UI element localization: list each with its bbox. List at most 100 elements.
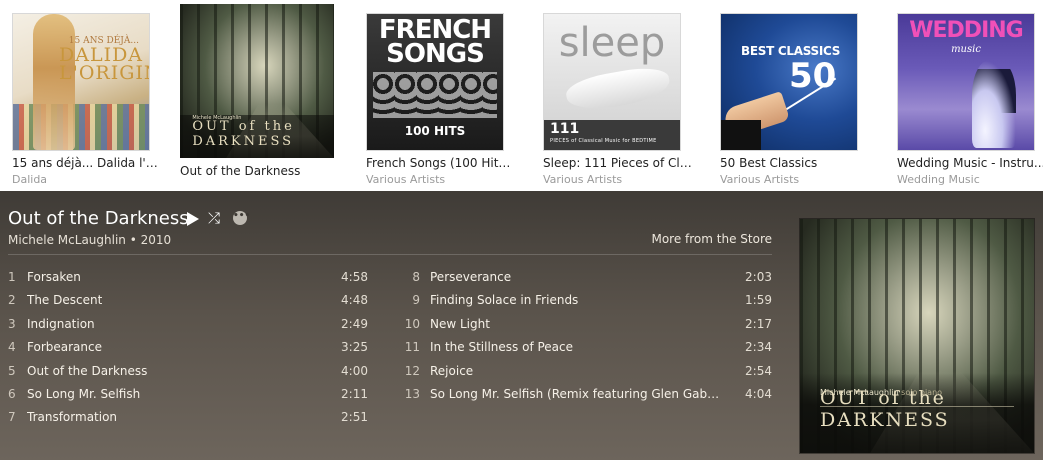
track-row[interactable]: 6 So Long Mr. Selfish 2:11 — [8, 387, 368, 410]
cover-text-line2: 50 — [789, 56, 837, 96]
divider — [8, 254, 772, 255]
album-tile-wedding-music[interactable]: WEDDING music Wedding Music - Instru... … — [897, 13, 1043, 186]
cover-text-line3: 100 HITS — [404, 124, 466, 138]
cover-couple-art — [972, 60, 1016, 148]
album-tile-out-of-the-darkness[interactable]: Michele McLaughlin OUT of the DARKNESS O… — [180, 4, 334, 178]
track-row[interactable]: 8 Perseverance 2:03 — [404, 270, 772, 293]
album-tile-sleep[interactable]: sleep 111 PIECES of Classical Music for … — [543, 13, 693, 186]
track-list-left: 1 Forsaken 4:58 2 The Descent 4:48 3 Indignat… — [8, 270, 368, 434]
track-name: So Long Mr. Selfish (Remix featuring Gle… — [430, 386, 720, 401]
track-name: Out of the Darkness — [27, 363, 148, 378]
track-duration: 4:58 — [341, 270, 368, 284]
album-detail-subtitle[interactable]: Michele McLaughlin • 2010 — [8, 233, 171, 247]
track-number: 2 — [8, 293, 16, 308]
cover-text-main: DALIDA L'ORIGINAL — [59, 46, 149, 84]
album-detail-title: Out of the Darkness — [8, 208, 189, 229]
album-tile-50-best-classics[interactable]: BEST CLASSICS 50 50 Best Classics Variou… — [720, 13, 870, 186]
cover-text-main: FRENCH SONGS — [367, 17, 503, 69]
album-cover-french-songs[interactable]: FRENCH SONGS 100 HITS — [366, 13, 504, 151]
cover-album-title: OUT of the DARKNESS — [192, 118, 295, 149]
track-name: Perseverance — [430, 270, 512, 284]
cover-album-title: OUT of the DARKNESS — [820, 387, 950, 431]
track-number: 3 — [8, 316, 16, 331]
album-title[interactable]: Wedding Music - Instru... — [897, 156, 1043, 170]
cover-text-line1: WEDDING — [909, 18, 1023, 43]
track-row[interactable]: 4 Forbearance 3:25 — [8, 340, 368, 363]
album-tile-dalida[interactable]: 15 ANS DÉJÀ... DALIDA L'ORIGINAL 15 ans … — [12, 13, 162, 186]
track-name: Rejoice — [430, 363, 474, 378]
track-name: Indignation — [27, 316, 95, 331]
track-row[interactable]: 10 New Light 2:17 — [404, 317, 772, 340]
track-duration: 2:51 — [341, 410, 368, 425]
album-title[interactable]: 50 Best Classics — [720, 156, 870, 170]
track-number: 11 — [404, 340, 420, 355]
track-name: Finding Solace in Friends — [430, 293, 579, 308]
album-grid: 15 ANS DÉJÀ... DALIDA L'ORIGINAL 15 ans … — [0, 0, 1043, 191]
track-row[interactable]: 5 Out of the Darkness 4:00 — [8, 364, 368, 387]
album-title[interactable]: 15 ans déjà... Dalida l'ori... — [12, 156, 162, 170]
track-duration: 2:49 — [341, 316, 368, 331]
album-cover-50-best-classics[interactable]: BEST CLASSICS 50 — [720, 13, 858, 151]
play-icon[interactable] — [187, 212, 199, 226]
album-title[interactable]: Sleep: 111 Pieces of Clas... — [543, 156, 693, 170]
cover-text-line3: L'ORIGINAL — [59, 62, 149, 84]
more-options-icon[interactable]: ••• — [233, 211, 250, 225]
more-from-store-link[interactable]: More from the Store — [651, 232, 772, 246]
track-row[interactable]: 11 In the Stillness of Peace 2:34 — [404, 340, 772, 363]
track-number: 1 — [8, 270, 16, 284]
album-cover-wedding-music[interactable]: WEDDING music — [897, 13, 1035, 151]
cover-group-photo — [373, 72, 497, 118]
track-duration: 4:00 — [341, 363, 368, 378]
track-name: Forbearance — [27, 340, 102, 355]
album-cover-sleep[interactable]: sleep 111 PIECES of Classical Music for … — [543, 13, 681, 151]
album-artist[interactable]: Dalida — [12, 173, 162, 186]
album-artist[interactable]: Various Artists — [366, 173, 516, 186]
track-duration: 4:04 — [745, 386, 772, 401]
album-tile-french-songs[interactable]: FRENCH SONGS 100 HITS French Songs (100 … — [366, 13, 516, 186]
album-title[interactable]: Out of the Darkness — [180, 164, 330, 178]
track-name: New Light — [430, 316, 490, 331]
track-row[interactable]: 3 Indignation 2:49 — [8, 317, 368, 340]
track-duration: 4:48 — [341, 293, 368, 308]
track-duration: 1:59 — [745, 293, 772, 308]
cover-feather-art — [563, 63, 673, 115]
track-name: In the Stillness of Peace — [430, 340, 574, 355]
track-number: 6 — [8, 386, 16, 401]
album-title[interactable]: French Songs (100 Hits)... — [366, 156, 516, 170]
track-duration: 2:34 — [745, 340, 772, 355]
track-row[interactable]: 1 Forsaken 4:58 — [8, 270, 368, 293]
album-artist[interactable]: Various Artists — [720, 173, 870, 186]
track-duration: 2:11 — [341, 386, 368, 401]
track-number: 12 — [404, 363, 420, 378]
track-row[interactable]: 13 So Long Mr. Selfish (Remix featuring G… — [404, 387, 772, 410]
album-artist[interactable]: Various Artists — [543, 173, 693, 186]
cover-footer-band: 111 PIECES of Classical Music for BEDTIM… — [544, 120, 680, 150]
album-detail-panel: Out of the Darkness ⤮ ••• Michele McLaug… — [0, 191, 1043, 460]
track-duration: 3:25 — [341, 340, 368, 355]
cover-text-line2: 111 — [550, 121, 580, 137]
album-cover-out-of-the-darkness[interactable]: Michele McLaughlin OUT of the DARKNESS — [180, 4, 334, 158]
track-list-right: 8 Perseverance 2:03 9 Finding Solace in Fri… — [404, 270, 772, 410]
track-duration: 2:17 — [745, 316, 772, 331]
track-row[interactable]: 2 The Descent 4:48 — [8, 293, 368, 316]
album-detail-cover[interactable]: Michele McLaughlin solo piano OUT of the… — [800, 219, 1034, 453]
album-cover-dalida[interactable]: 15 ANS DÉJÀ... DALIDA L'ORIGINAL — [12, 13, 150, 151]
track-name: Forsaken — [27, 270, 81, 284]
track-row[interactable]: 9 Finding Solace in Friends 1:59 — [404, 293, 772, 316]
track-number: 7 — [8, 410, 16, 425]
track-number: 4 — [8, 340, 16, 355]
cover-text-line2: SONGS — [386, 39, 485, 69]
track-row[interactable]: 12 Rejoice 2:54 — [404, 364, 772, 387]
shuffle-icon[interactable]: ⤮ — [208, 209, 220, 227]
track-duration: 2:03 — [745, 270, 772, 284]
track-row[interactable]: 7 Transformation 2:51 — [8, 410, 368, 433]
track-name: So Long Mr. Selfish — [27, 386, 141, 401]
track-number: 5 — [8, 363, 16, 378]
album-artist[interactable]: Wedding Music — [897, 173, 1043, 186]
track-name: Transformation — [27, 410, 118, 425]
track-duration: 2:54 — [745, 363, 772, 378]
cover-text-line3: PIECES of Classical Music for BEDTIME — [550, 138, 657, 144]
track-name: The Descent — [27, 293, 103, 308]
cover-text-line2: music — [951, 44, 981, 55]
cover-text-line1: sleep — [558, 20, 666, 66]
